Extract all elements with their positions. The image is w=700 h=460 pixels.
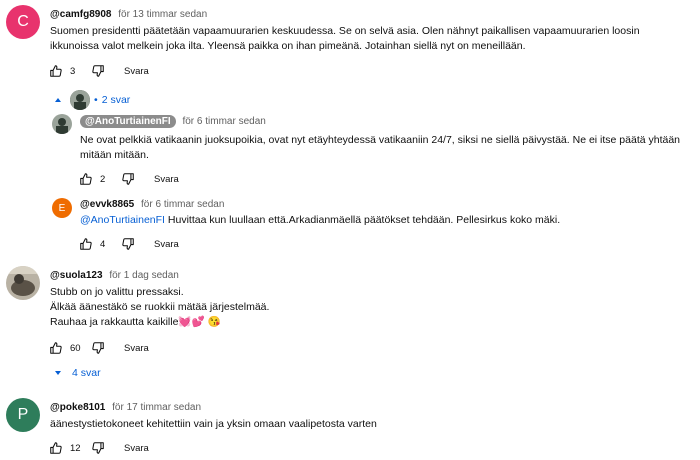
reply-author[interactable]: @evvk8865 xyxy=(80,199,134,210)
replies-count-label: 2 svar xyxy=(101,94,131,106)
comment-text: äänestystietokoneet kehitettiin vain ja … xyxy=(50,417,690,432)
avatar xyxy=(70,90,90,110)
avatar[interactable] xyxy=(6,266,40,300)
reply-time[interactable]: för 6 timmar sedan xyxy=(182,116,265,127)
avatar-letter: E xyxy=(58,202,66,214)
mention-link[interactable]: @AnoTurtiainenFI xyxy=(80,214,165,226)
like-count: 2 xyxy=(100,173,106,185)
avatar[interactable]: E xyxy=(52,198,72,218)
comment-time[interactable]: för 13 timmar sedan xyxy=(118,9,207,20)
avatar-letter: P xyxy=(17,406,29,423)
reply-button[interactable]: Svara xyxy=(124,343,149,354)
thumbs-down-icon[interactable] xyxy=(120,236,136,252)
replies-toggle[interactable]: 4 svar xyxy=(52,367,101,379)
like-count: 60 xyxy=(70,342,81,354)
comment-header: @suola123 för 1 dag sedan xyxy=(50,270,179,281)
comment-author[interactable]: @suola123 xyxy=(50,270,103,281)
comment-text: Stubb on jo valittu pressaksi. Älkää ään… xyxy=(50,285,690,330)
thumbs-down-icon[interactable] xyxy=(120,171,136,187)
like-count: 12 xyxy=(70,442,81,454)
comment-text-line: ikkunoissa valot melkein joka ilta. Ylee… xyxy=(50,40,526,52)
avatar[interactable] xyxy=(52,114,72,134)
chevron-up-icon xyxy=(52,94,64,106)
reply-actions: 4 Svara xyxy=(78,236,179,252)
thumbs-up-icon[interactable] xyxy=(48,340,64,356)
reply-header: @evvk8865 för 6 timmar sedan xyxy=(80,199,224,210)
comment-author[interactable]: @camfg8908 xyxy=(50,9,111,20)
comment-header: @camfg8908 för 13 timmar sedan xyxy=(50,9,207,20)
thumbs-down-icon[interactable] xyxy=(90,440,106,456)
reply-text-line: Ne ovat pelkkiä vatikaanin juoksupoikia,… xyxy=(80,134,681,146)
comment-actions: 60 Svara xyxy=(48,340,149,356)
reply-author[interactable]: @AnoTurtiainenFI xyxy=(80,115,176,128)
thumbs-up-icon[interactable] xyxy=(78,236,94,252)
like-count: 3 xyxy=(70,65,76,77)
reply-button[interactable]: Svara xyxy=(154,174,179,185)
reply-button[interactable]: Svara xyxy=(124,443,149,454)
comment-text-line: Älkää äänestäkö se ruokkii mätää järjest… xyxy=(50,301,270,313)
reply-text-line: mitään mitään. xyxy=(80,149,149,161)
thumbs-down-icon[interactable] xyxy=(90,63,106,79)
comment-time[interactable]: för 1 dag sedan xyxy=(109,270,179,281)
reply-text-body: Huvittaa kun luullaan että.Arkadianmäell… xyxy=(164,214,561,226)
comment-header: @poke8101 för 17 timmar sedan xyxy=(50,402,201,413)
replies-toggle[interactable]: • 2 svar xyxy=(52,90,130,110)
comment-author[interactable]: @poke8101 xyxy=(50,402,105,413)
reply-button[interactable]: Svara xyxy=(124,66,149,77)
reply-button[interactable]: Svara xyxy=(154,239,179,250)
comment-text-line: Stubb on jo valittu pressaksi. xyxy=(50,286,184,298)
thumbs-down-icon[interactable] xyxy=(90,340,106,356)
replies-count-label: 4 svar xyxy=(72,367,101,379)
comment-text-line: äänestystietokoneet kehitettiin vain ja … xyxy=(50,418,377,430)
chevron-down-icon xyxy=(52,367,64,379)
reply-header: @AnoTurtiainenFI för 6 timmar sedan xyxy=(80,115,266,128)
comment-actions: 12 Svara xyxy=(48,440,149,456)
comment-time[interactable]: för 17 timmar sedan xyxy=(112,402,201,413)
comment-text-line: Rauhaa ja rakkautta kaikille💓💕 😘 xyxy=(50,316,221,328)
avatar-letter: C xyxy=(17,13,29,30)
thumbs-up-icon[interactable] xyxy=(48,440,64,456)
reply-time[interactable]: för 6 timmar sedan xyxy=(141,199,224,210)
thumbs-up-icon[interactable] xyxy=(78,171,94,187)
reply-actions: 2 Svara xyxy=(78,171,179,187)
reply-text: @AnoTurtiainenFI Huvittaa kun luullaan e… xyxy=(80,213,695,228)
avatar[interactable]: P xyxy=(6,398,40,432)
comment-text-line: Suomen presidentti päätetään vapaamuurar… xyxy=(50,25,640,37)
comment-text: Suomen presidentti päätetään vapaamuurar… xyxy=(50,24,690,54)
separator-dot: • xyxy=(94,94,98,106)
like-count: 4 xyxy=(100,238,106,250)
comment-actions: 3 Svara xyxy=(48,63,149,79)
avatar[interactable]: C xyxy=(6,5,40,39)
thumbs-up-icon[interactable] xyxy=(48,63,64,79)
reply-text: Ne ovat pelkkiä vatikaanin juoksupoikia,… xyxy=(80,133,695,163)
